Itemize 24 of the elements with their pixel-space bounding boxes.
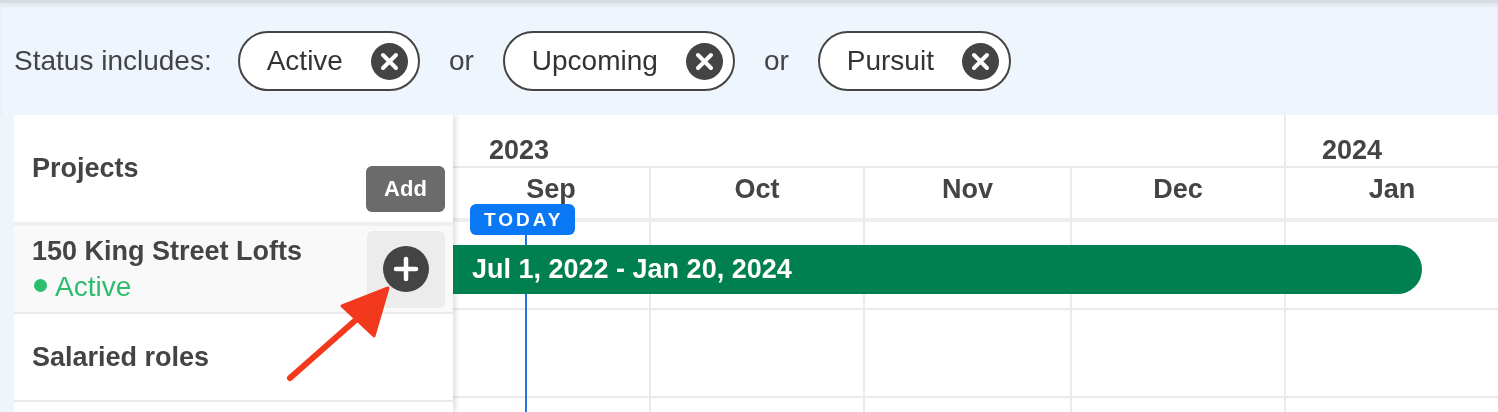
month-header: Dec: [1070, 168, 1284, 222]
year-label: 2024: [1284, 115, 1498, 168]
add-button[interactable]: Add: [366, 166, 445, 212]
or-connector: or: [448, 45, 474, 77]
remove-icon[interactable]: [370, 42, 408, 80]
project-status: Active: [55, 270, 132, 304]
today-marker: TODAY: [470, 204, 576, 235]
project-bar[interactable]: Jul 1, 2022 - Jan 20, 2024: [453, 245, 1422, 294]
year-label: 2023: [453, 115, 1284, 168]
project-name[interactable]: 150 King Street Lofts: [32, 236, 303, 266]
remove-icon[interactable]: [685, 42, 723, 80]
month-header: Jan: [1284, 168, 1498, 222]
panel-title: Projects: [32, 153, 139, 184]
month-header: Nov: [863, 168, 1070, 222]
status-chip[interactable]: Active: [237, 31, 420, 91]
filter-label: Status includes:: [14, 45, 212, 77]
section-label: Salaried roles: [32, 341, 210, 373]
month-header: Oct: [649, 168, 863, 222]
plus-icon[interactable]: [383, 246, 429, 292]
status-chip[interactable]: Upcoming: [502, 31, 735, 91]
add-role-button[interactable]: [367, 230, 445, 308]
remove-icon[interactable]: [961, 42, 999, 80]
status-chip[interactable]: Pursuit: [817, 31, 1011, 91]
or-connector: or: [763, 45, 789, 77]
